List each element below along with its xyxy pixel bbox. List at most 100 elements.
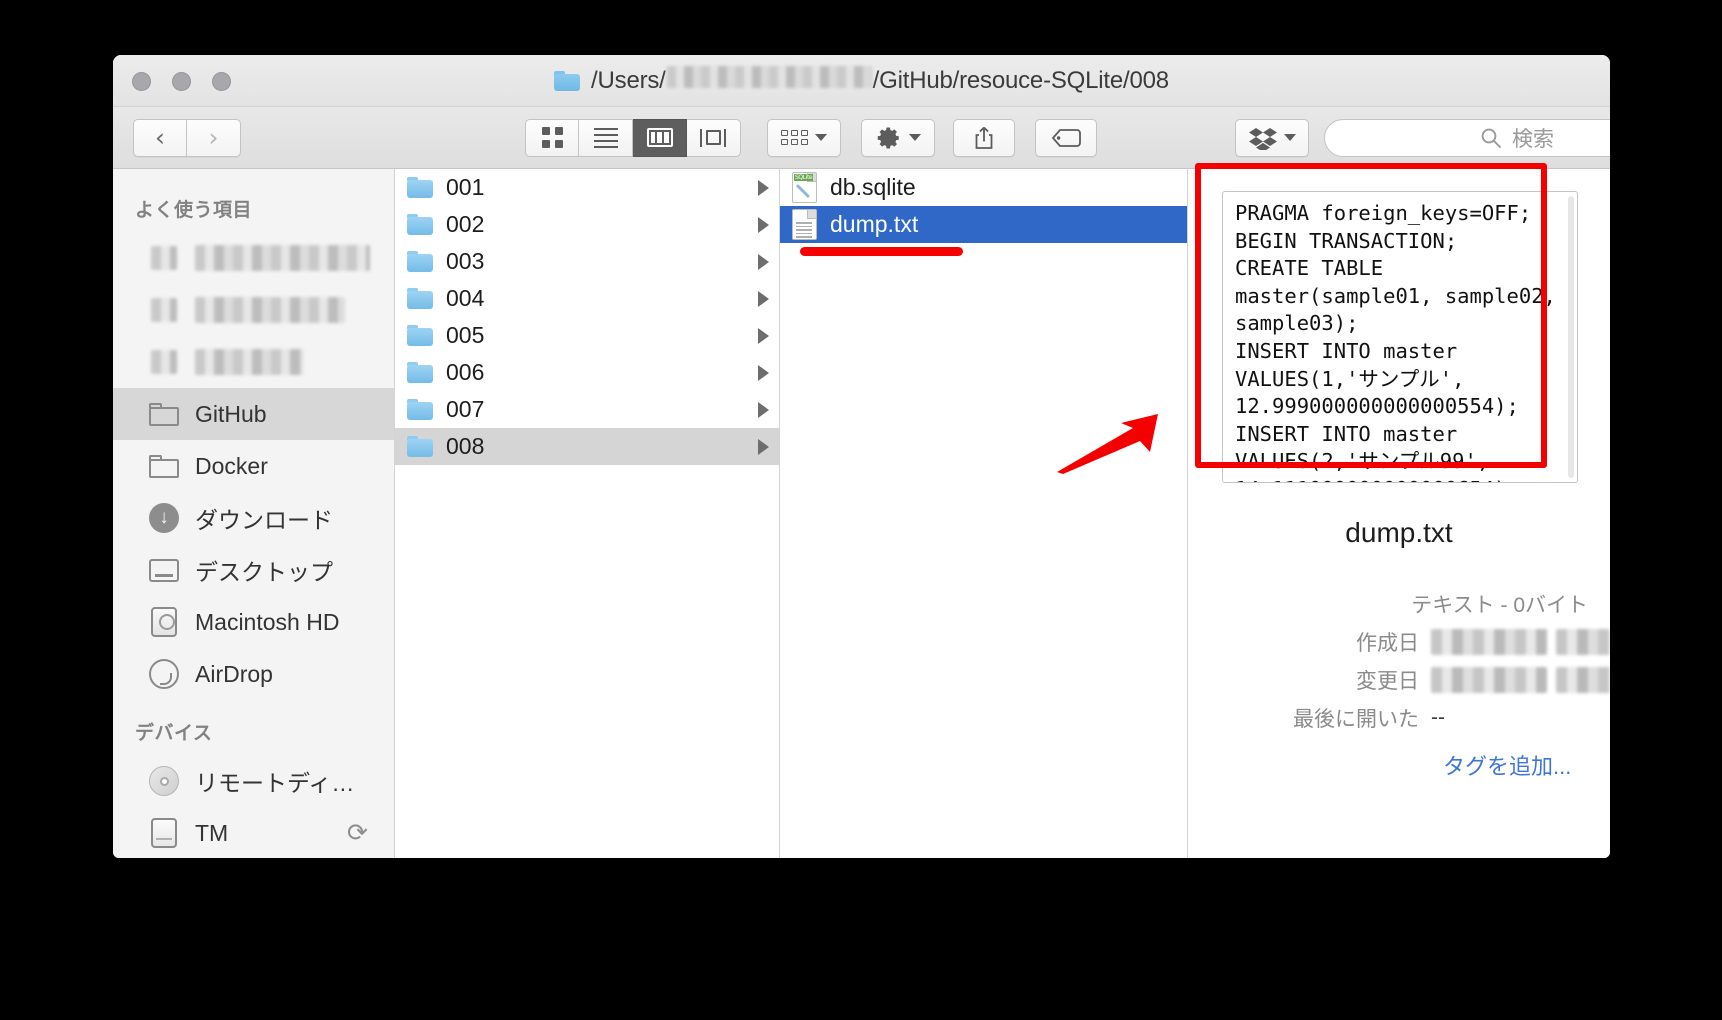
finder-panes: よく使う項目 GitHub Docker ↓ ダウンロード デスクトップ Mac… bbox=[113, 169, 1610, 858]
sidebar-item-tm[interactable]: TM ⟳ bbox=[113, 807, 394, 858]
pen-icon bbox=[798, 184, 814, 200]
metadata-label: 作成日 bbox=[1356, 632, 1419, 655]
desktop-icon bbox=[147, 555, 181, 585]
sidebar-item-downloads[interactable]: ↓ ダウンロード bbox=[113, 492, 394, 544]
view-mode-buttons[interactable] bbox=[525, 118, 741, 157]
back-button[interactable]: ‹ bbox=[133, 118, 187, 157]
metadata-row-modified: 変更日 bbox=[1188, 665, 1610, 695]
file-kind-and-size: テキスト - 0バイト bbox=[1411, 594, 1588, 617]
screenshot-stage: /Users/ /GitHub/resouce-SQLite/008 ‹ › 検… bbox=[0, 0, 1722, 1020]
folder-icon bbox=[147, 451, 181, 481]
metadata-value-redacted bbox=[1431, 667, 1547, 693]
metadata-label: 変更日 bbox=[1356, 670, 1419, 693]
folder-icon bbox=[407, 362, 433, 383]
disc-icon bbox=[147, 766, 181, 796]
list-view-button[interactable] bbox=[579, 118, 633, 157]
folder-name: 006 bbox=[446, 359, 485, 385]
sidebar-item-label: ダウンロード bbox=[195, 507, 333, 533]
redacted-username bbox=[666, 66, 872, 88]
metadata-row-last-opened: 最後に開いた -- bbox=[1188, 703, 1610, 733]
list-item[interactable]: SQLite db.sqlite bbox=[780, 169, 1187, 206]
sidebar-item-remote-disc[interactable]: リモートディ… bbox=[113, 755, 394, 807]
sidebar-item-docker[interactable]: Docker bbox=[113, 440, 394, 492]
sync-icon[interactable]: ⟳ bbox=[347, 818, 368, 848]
sidebar-item-redacted-1[interactable] bbox=[113, 232, 394, 284]
coverflow-icon bbox=[698, 128, 730, 148]
finder-toolbar: ‹ › 検索 bbox=[113, 107, 1610, 169]
search-icon bbox=[1481, 128, 1501, 148]
sqlite-badge: SQLite bbox=[794, 174, 814, 181]
list-item-selected[interactable]: 008 bbox=[395, 428, 779, 465]
arrange-button[interactable] bbox=[767, 118, 841, 157]
sidebar-item-label: TM bbox=[195, 819, 229, 846]
chevron-right-icon: › bbox=[208, 123, 219, 152]
blurred-icon bbox=[147, 347, 181, 377]
downloads-icon: ↓ bbox=[147, 503, 181, 533]
grid-icon bbox=[541, 127, 563, 148]
folder-name: 004 bbox=[446, 285, 485, 311]
folder-name: 005 bbox=[446, 322, 485, 348]
dropbox-icon bbox=[1248, 127, 1277, 150]
sidebar-item-desktop[interactable]: デスクトップ bbox=[113, 544, 394, 596]
column-files[interactable]: SQLite db.sqlite dump.txt bbox=[780, 169, 1188, 858]
metadata-value: -- bbox=[1431, 706, 1445, 729]
blurred-icon bbox=[147, 295, 181, 325]
chevron-down-icon bbox=[908, 134, 921, 141]
icon-view-button[interactable] bbox=[525, 118, 579, 157]
folder-name: 003 bbox=[446, 248, 485, 274]
action-gear-button[interactable] bbox=[861, 118, 935, 157]
list-item[interactable]: 003 bbox=[395, 243, 779, 280]
sidebar-item-label: GitHub bbox=[195, 400, 267, 427]
file-metadata: テキスト - 0バイト 作成日 変更日 最後に開いた -- タグを追加... bbox=[1188, 589, 1610, 781]
sidebar-item-label: AirDrop bbox=[195, 660, 273, 687]
preview-scrollbar[interactable] bbox=[1568, 196, 1574, 478]
tag-button[interactable] bbox=[1035, 118, 1097, 157]
add-tags-link[interactable]: タグを追加... bbox=[1188, 749, 1610, 781]
dropbox-button[interactable] bbox=[1235, 118, 1309, 157]
folder-name: 007 bbox=[446, 396, 485, 422]
gear-icon bbox=[877, 126, 899, 149]
blurred-icon bbox=[147, 243, 181, 273]
list-item[interactable]: 004 bbox=[395, 280, 779, 317]
navigation-buttons[interactable]: ‹ › bbox=[133, 118, 241, 157]
list-item[interactable]: 007 bbox=[395, 391, 779, 428]
chevron-down-icon bbox=[1283, 134, 1296, 141]
arrange-icon bbox=[781, 130, 808, 145]
folder-icon bbox=[407, 177, 433, 198]
tag-icon bbox=[1051, 128, 1081, 147]
metadata-value-redacted bbox=[1555, 629, 1610, 655]
folder-icon bbox=[407, 214, 433, 235]
folder-icon bbox=[407, 251, 433, 272]
coverflow-view-button[interactable] bbox=[687, 118, 741, 157]
folder-name: 008 bbox=[446, 433, 485, 459]
disclosure-arrow-icon bbox=[758, 401, 769, 418]
sidebar-item-github[interactable]: GitHub bbox=[113, 388, 394, 440]
sidebar-item-macintosh-hd[interactable]: Macintosh HD bbox=[113, 596, 394, 648]
folder-name: 002 bbox=[446, 211, 485, 237]
sidebar-item-label bbox=[195, 297, 345, 323]
disclosure-arrow-icon bbox=[758, 327, 769, 344]
folder-name: 001 bbox=[446, 174, 485, 200]
list-item[interactable]: 005 bbox=[395, 317, 779, 354]
external-drive-icon bbox=[147, 818, 181, 848]
folder-icon bbox=[407, 288, 433, 309]
file-name: dump.txt bbox=[830, 211, 919, 237]
share-button[interactable] bbox=[953, 118, 1015, 157]
sidebar-item-label bbox=[195, 245, 370, 271]
column-view-button[interactable] bbox=[633, 118, 687, 157]
search-input[interactable]: 検索 bbox=[1324, 118, 1610, 157]
airdrop-icon bbox=[147, 659, 181, 689]
list-item[interactable]: 006 bbox=[395, 354, 779, 391]
column-folders[interactable]: 001 002 003 004 005 006 007 008 bbox=[395, 169, 780, 858]
file-preview-box[interactable]: PRAGMA foreign_keys=OFF; BEGIN TRANSACTI… bbox=[1222, 191, 1578, 483]
sidebar-item-redacted-3[interactable] bbox=[113, 336, 394, 388]
forward-button[interactable]: › bbox=[187, 118, 241, 157]
list-item-selected[interactable]: dump.txt bbox=[780, 206, 1187, 243]
disclosure-arrow-icon bbox=[758, 216, 769, 233]
sidebar-item-airdrop[interactable]: AirDrop bbox=[113, 648, 394, 700]
list-item[interactable]: 002 bbox=[395, 206, 779, 243]
preview-filename: dump.txt bbox=[1345, 517, 1453, 548]
sidebar-item-redacted-2[interactable] bbox=[113, 284, 394, 336]
list-item[interactable]: 001 bbox=[395, 169, 779, 206]
folder-icon bbox=[554, 70, 581, 91]
